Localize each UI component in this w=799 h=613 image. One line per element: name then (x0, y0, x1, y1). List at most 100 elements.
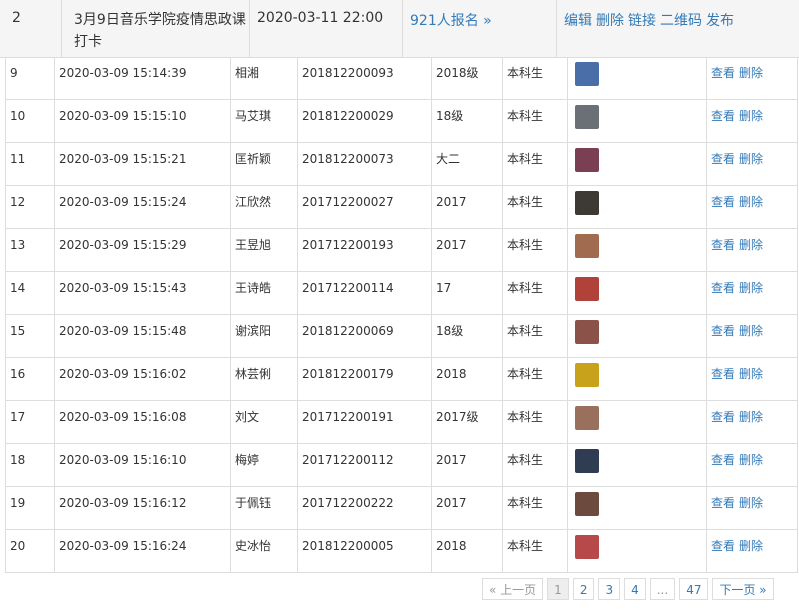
prev-page-button[interactable]: « 上一页 (482, 578, 544, 600)
delete-link[interactable]: 删除 (739, 195, 763, 209)
table-row: 16 2020-03-09 15:16:02 林芸俐 201812200179 2018… (6, 358, 797, 401)
delete-link[interactable]: 删除 (739, 496, 763, 510)
submit-time-cell: 2020-03-09 15:15:48 (55, 315, 231, 357)
view-link[interactable]: 查看 (711, 367, 735, 381)
degree-level-cell: 本科生 (503, 272, 568, 314)
share-link[interactable]: 链接 (628, 13, 656, 29)
photo-thumbnail[interactable] (575, 62, 599, 86)
photo-cell (568, 229, 707, 271)
student-name-cell: 匡祈颖 (231, 143, 298, 185)
photo-cell (568, 315, 707, 357)
row-actions-cell: 查看 删除 (707, 100, 797, 142)
photo-cell (568, 272, 707, 314)
photo-cell (568, 57, 707, 99)
divider (402, 0, 403, 57)
photo-cell (568, 143, 707, 185)
page-47-button[interactable]: 47 (679, 578, 709, 600)
signup-count-link[interactable]: 921人报名 » (410, 10, 492, 30)
photo-thumbnail[interactable] (575, 320, 599, 344)
row-number-cell: 13 (6, 229, 55, 271)
grade-cell: 2017 (432, 444, 503, 486)
view-link[interactable]: 查看 (711, 453, 735, 467)
delete-link[interactable]: 删除 (739, 324, 763, 338)
student-name-cell: 王昱旭 (231, 229, 298, 271)
degree-level-cell: 本科生 (503, 315, 568, 357)
activity-datetime: 2020-03-11 22:00 (257, 10, 384, 26)
degree-level-cell: 本科生 (503, 358, 568, 400)
view-link[interactable]: 查看 (711, 324, 735, 338)
table-row: 15 2020-03-09 15:15:48 谢滨阳 201812200069 18级本… (6, 315, 797, 358)
signup-table: 9 2020-03-09 15:14:39 相湘 201812200093 2018级本… (5, 57, 798, 573)
photo-thumbnail[interactable] (575, 191, 599, 215)
photo-thumbnail[interactable] (575, 535, 599, 559)
view-link[interactable]: 查看 (711, 195, 735, 209)
photo-thumbnail[interactable] (575, 105, 599, 129)
student-id-cell: 201712200191 (298, 401, 432, 443)
row-actions-cell: 查看 删除 (707, 186, 797, 228)
photo-cell (568, 358, 707, 400)
divider (61, 0, 62, 57)
student-name-cell: 史冰怡 (231, 530, 298, 572)
activity-actions: 编辑 删除 链接 二维码 发布 (564, 10, 738, 30)
photo-thumbnail[interactable] (575, 148, 599, 172)
row-number-cell: 19 (6, 487, 55, 529)
publish-link[interactable]: 发布 (706, 13, 734, 29)
edit-link[interactable]: 编辑 (564, 13, 592, 29)
grade-cell: 2017 (432, 487, 503, 529)
grade-cell: 18级 (432, 100, 503, 142)
degree-level-cell: 本科生 (503, 186, 568, 228)
delete-link[interactable]: 删除 (596, 13, 624, 29)
view-link[interactable]: 查看 (711, 281, 735, 295)
delete-link[interactable]: 删除 (739, 109, 763, 123)
submit-time-cell: 2020-03-09 15:16:02 (55, 358, 231, 400)
student-id-cell: 201712200027 (298, 186, 432, 228)
table-row: 19 2020-03-09 15:16:12 于佩钰 201712200222 2017… (6, 487, 797, 530)
delete-link[interactable]: 删除 (739, 281, 763, 295)
submit-time-cell: 2020-03-09 15:15:29 (55, 229, 231, 271)
table-row: 17 2020-03-09 15:16:08 刘文 201712200191 2017级… (6, 401, 797, 444)
photo-cell (568, 444, 707, 486)
photo-thumbnail[interactable] (575, 492, 599, 516)
student-name-cell: 刘文 (231, 401, 298, 443)
page-3-button[interactable]: 3 (598, 578, 621, 600)
delete-link[interactable]: 删除 (739, 367, 763, 381)
qrcode-link[interactable]: 二维码 (660, 13, 702, 29)
view-link[interactable]: 查看 (711, 539, 735, 553)
photo-thumbnail[interactable] (575, 406, 599, 430)
row-number-cell: 15 (6, 315, 55, 357)
delete-link[interactable]: 删除 (739, 152, 763, 166)
delete-link[interactable]: 删除 (739, 410, 763, 424)
page-2-button[interactable]: 2 (572, 578, 595, 600)
activity-header-row: 2 3月9日音乐学院疫情思政课打卡 2020-03-11 22:00 921人报… (0, 0, 799, 58)
photo-thumbnail[interactable] (575, 234, 599, 258)
submit-time-cell: 2020-03-09 15:15:10 (55, 100, 231, 142)
submit-time-cell: 2020-03-09 15:15:21 (55, 143, 231, 185)
view-link[interactable]: 查看 (711, 152, 735, 166)
photo-thumbnail[interactable] (575, 363, 599, 387)
photo-thumbnail[interactable] (575, 277, 599, 301)
view-link[interactable]: 查看 (711, 66, 735, 80)
delete-link[interactable]: 删除 (739, 66, 763, 80)
row-number-cell: 20 (6, 530, 55, 572)
delete-link[interactable]: 删除 (739, 238, 763, 252)
page-1-button[interactable]: 1 (547, 578, 569, 600)
view-link[interactable]: 查看 (711, 496, 735, 510)
next-page-button[interactable]: 下一页 » (712, 578, 774, 600)
row-actions-cell: 查看 删除 (707, 530, 797, 572)
view-link[interactable]: 查看 (711, 109, 735, 123)
student-name-cell: 梅婷 (231, 444, 298, 486)
photo-cell (568, 487, 707, 529)
table-row: 14 2020-03-09 15:15:43 王诗皓 201712200114 17 本科… (6, 272, 797, 315)
view-link[interactable]: 查看 (711, 410, 735, 424)
submit-time-cell: 2020-03-09 15:16:08 (55, 401, 231, 443)
view-link[interactable]: 查看 (711, 238, 735, 252)
page-4-button[interactable]: 4 (624, 578, 646, 600)
delete-link[interactable]: 删除 (739, 453, 763, 467)
grade-cell: 18级 (432, 315, 503, 357)
delete-link[interactable]: 删除 (739, 539, 763, 553)
photo-thumbnail[interactable] (575, 449, 599, 473)
student-name-cell: 相湘 (231, 57, 298, 99)
grade-cell: 2018 (432, 530, 503, 572)
submit-time-cell: 2020-03-09 15:15:43 (55, 272, 231, 314)
page-ellipsis: ... (649, 578, 676, 600)
